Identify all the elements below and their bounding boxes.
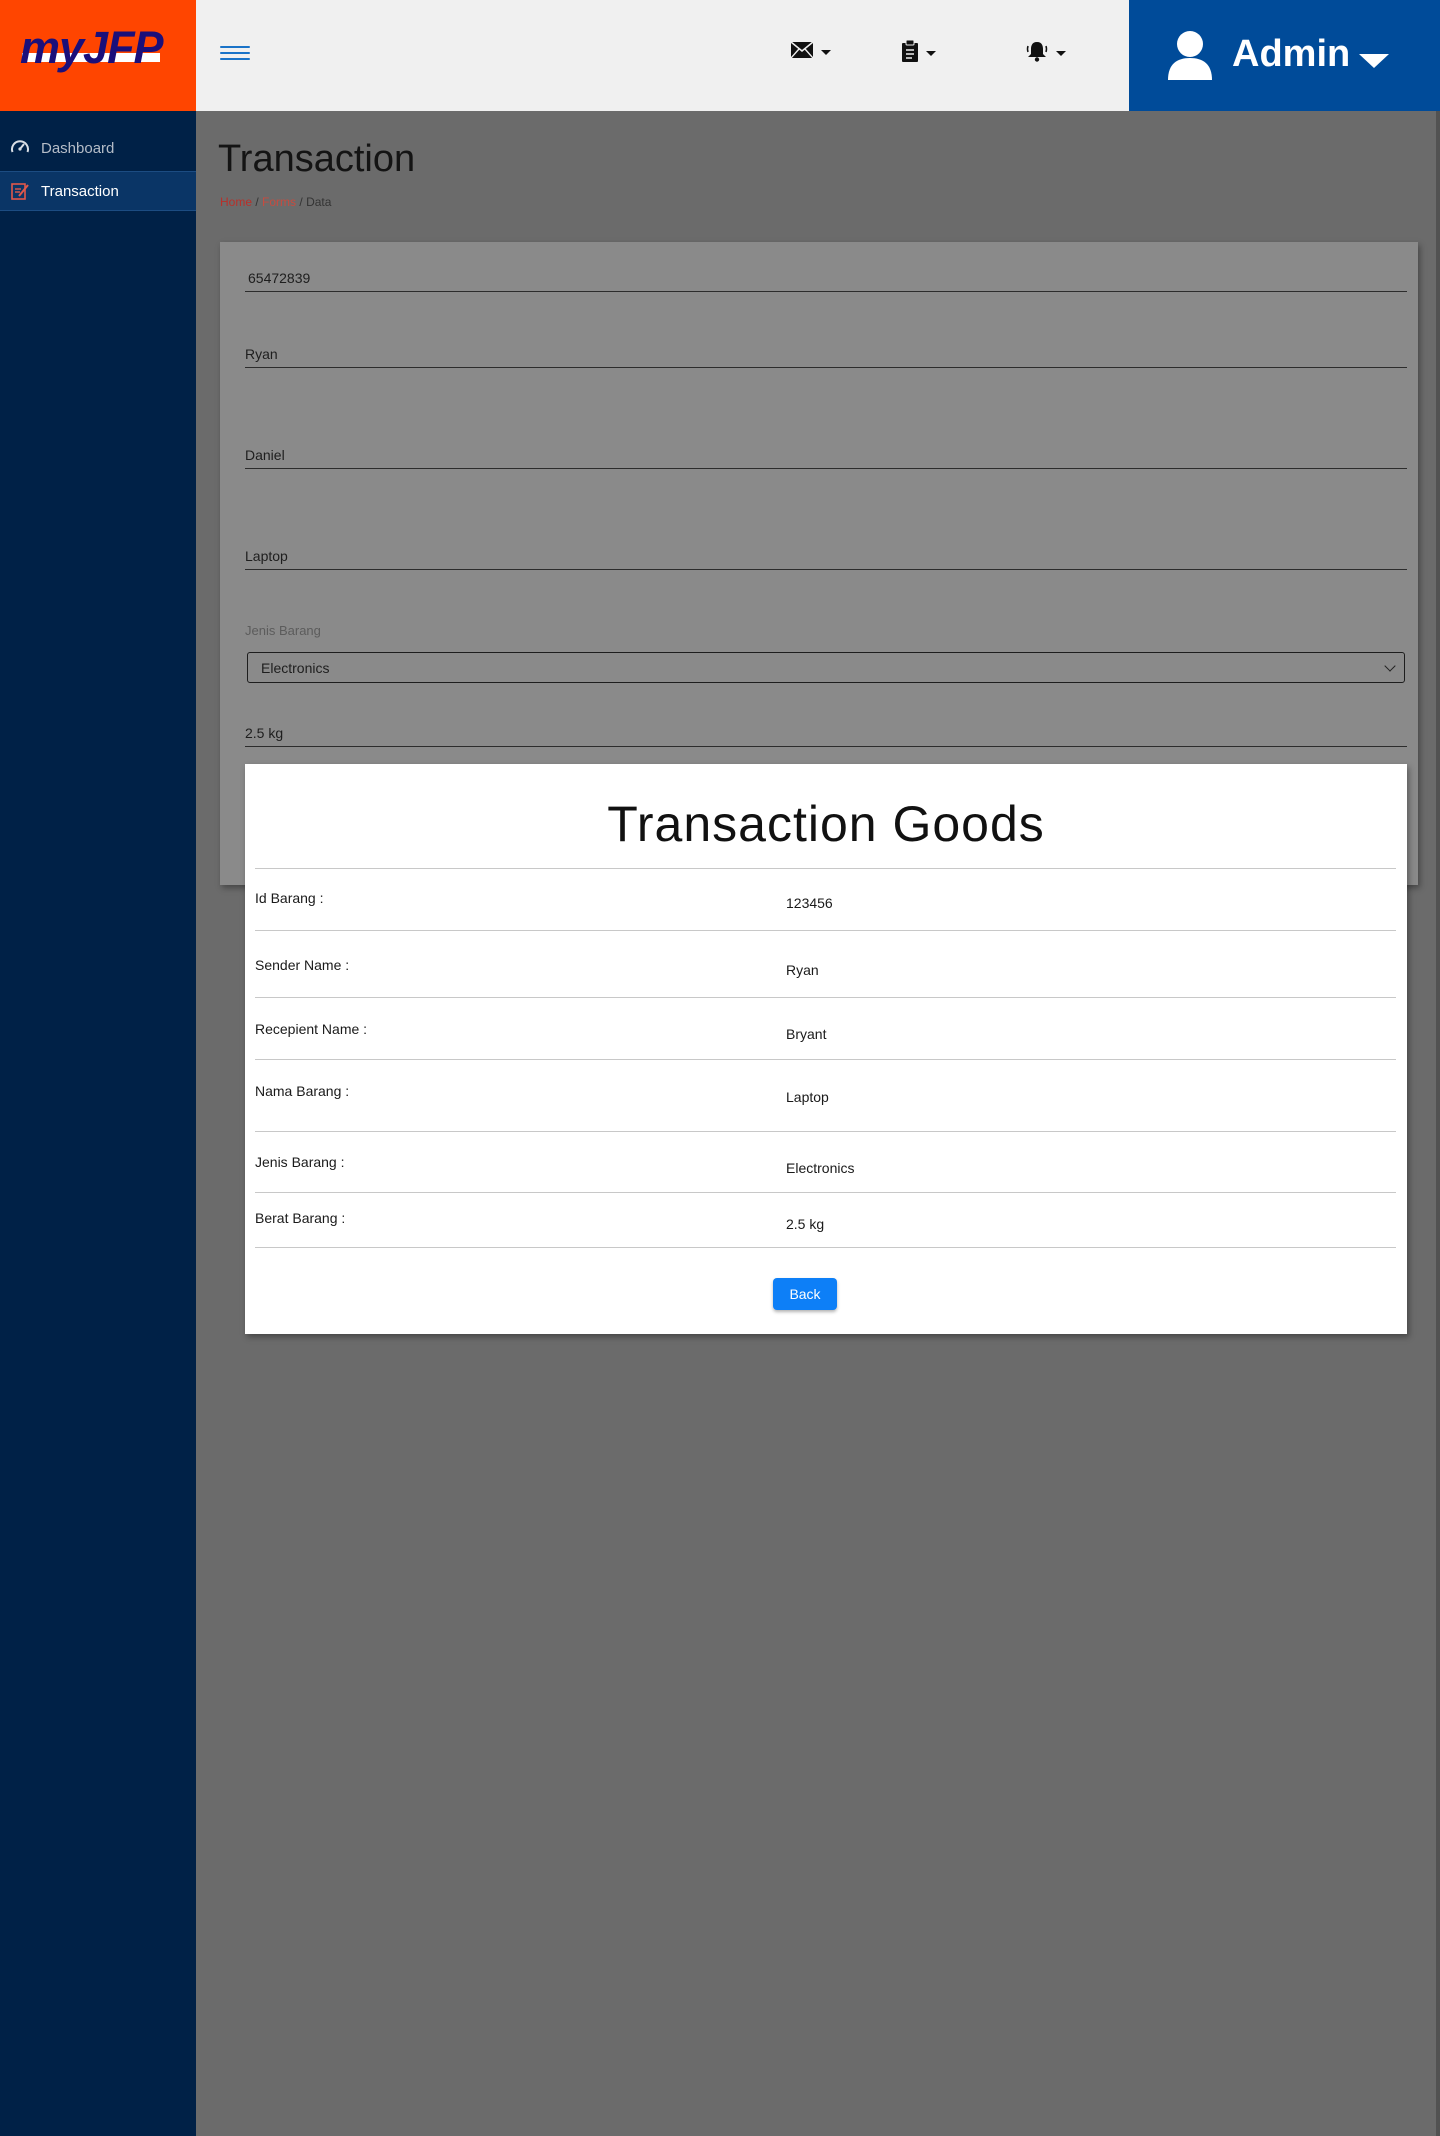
row-label: Recepient Name : — [255, 1021, 368, 1037]
sidebar-item-transaction[interactable]: Transaction — [0, 171, 196, 211]
menu-toggle-icon[interactable] — [220, 46, 250, 64]
jenis-barang-select[interactable]: Electronics — [247, 652, 1405, 683]
berat-barang-field[interactable]: 2.5 kg — [245, 725, 1407, 747]
select-value: Electronics — [261, 660, 330, 676]
sidebar-item-dashboard[interactable]: Dashboard — [0, 128, 196, 168]
id-barang-field[interactable]: 65472839 — [245, 270, 1407, 292]
user-menu[interactable]: Admin — [1129, 0, 1440, 111]
divider — [255, 1131, 1396, 1132]
bell-icon — [1026, 40, 1048, 67]
page-title: Transaction — [218, 138, 416, 180]
row-value: Electronics — [786, 1160, 855, 1176]
mail-icon — [790, 41, 814, 63]
sidebar-item-label: Dashboard — [41, 139, 115, 157]
modal-title: Transaction Goods — [607, 796, 1045, 852]
row-label: Nama Barang : — [255, 1083, 350, 1099]
user-icon — [1167, 30, 1213, 85]
scrollbar-track[interactable] — [1436, 111, 1440, 2136]
divider — [255, 1192, 1396, 1193]
chevron-down-icon — [926, 51, 936, 56]
breadcrumb-home[interactable]: Home — [220, 195, 252, 209]
divider — [255, 930, 1396, 931]
row-value: Ryan — [786, 962, 819, 978]
sender-name-field[interactable]: Ryan — [245, 346, 1407, 368]
sidebar: myJFP Dashboard Transaction — [0, 0, 196, 2136]
sidebar-nav: Dashboard Transaction — [0, 128, 196, 211]
chevron-down-icon — [1359, 54, 1389, 68]
chevron-down-icon — [1056, 51, 1066, 56]
notifications-dropdown[interactable] — [1026, 40, 1066, 67]
tasks-dropdown[interactable] — [902, 39, 936, 67]
recipient-name-field[interactable]: Daniel — [245, 447, 1407, 469]
chevron-down-icon — [821, 50, 831, 55]
chevron-down-icon — [1384, 660, 1396, 672]
speedometer-icon — [9, 137, 31, 159]
row-label: Id Barang : — [255, 890, 324, 906]
jenis-barang-label: Jenis Barang — [245, 623, 321, 638]
row-label: Sender Name : — [255, 957, 350, 973]
divider — [255, 1059, 1396, 1060]
row-label: Berat Barang : — [255, 1210, 346, 1226]
logo[interactable]: myJFP — [0, 0, 196, 111]
row-value: Bryant — [786, 1026, 827, 1042]
row-value: 123456 — [786, 895, 833, 911]
divider — [255, 997, 1396, 998]
row-label: Jenis Barang : — [255, 1154, 345, 1170]
breadcrumb-current: Data — [306, 195, 332, 209]
breadcrumb-forms[interactable]: Forms — [262, 195, 296, 209]
messages-dropdown[interactable] — [790, 41, 831, 63]
sidebar-item-label: Transaction — [41, 182, 119, 200]
clipboard-icon — [902, 39, 918, 67]
back-button[interactable]: Back — [773, 1278, 837, 1310]
divider — [255, 868, 1396, 869]
breadcrumb: Home / Forms / Data — [220, 195, 332, 209]
divider — [255, 1247, 1396, 1248]
edit-document-icon — [9, 180, 31, 202]
nama-barang-field[interactable]: Laptop — [245, 548, 1407, 570]
top-header — [196, 0, 1129, 111]
row-value: 2.5 kg — [786, 1216, 825, 1232]
row-value: Laptop — [786, 1089, 829, 1105]
transaction-goods-modal: Transaction Goods Id Barang : 123456 Sen… — [245, 764, 1407, 1334]
logo-text: myJFP — [20, 22, 164, 73]
user-name: Admin — [1232, 33, 1351, 75]
